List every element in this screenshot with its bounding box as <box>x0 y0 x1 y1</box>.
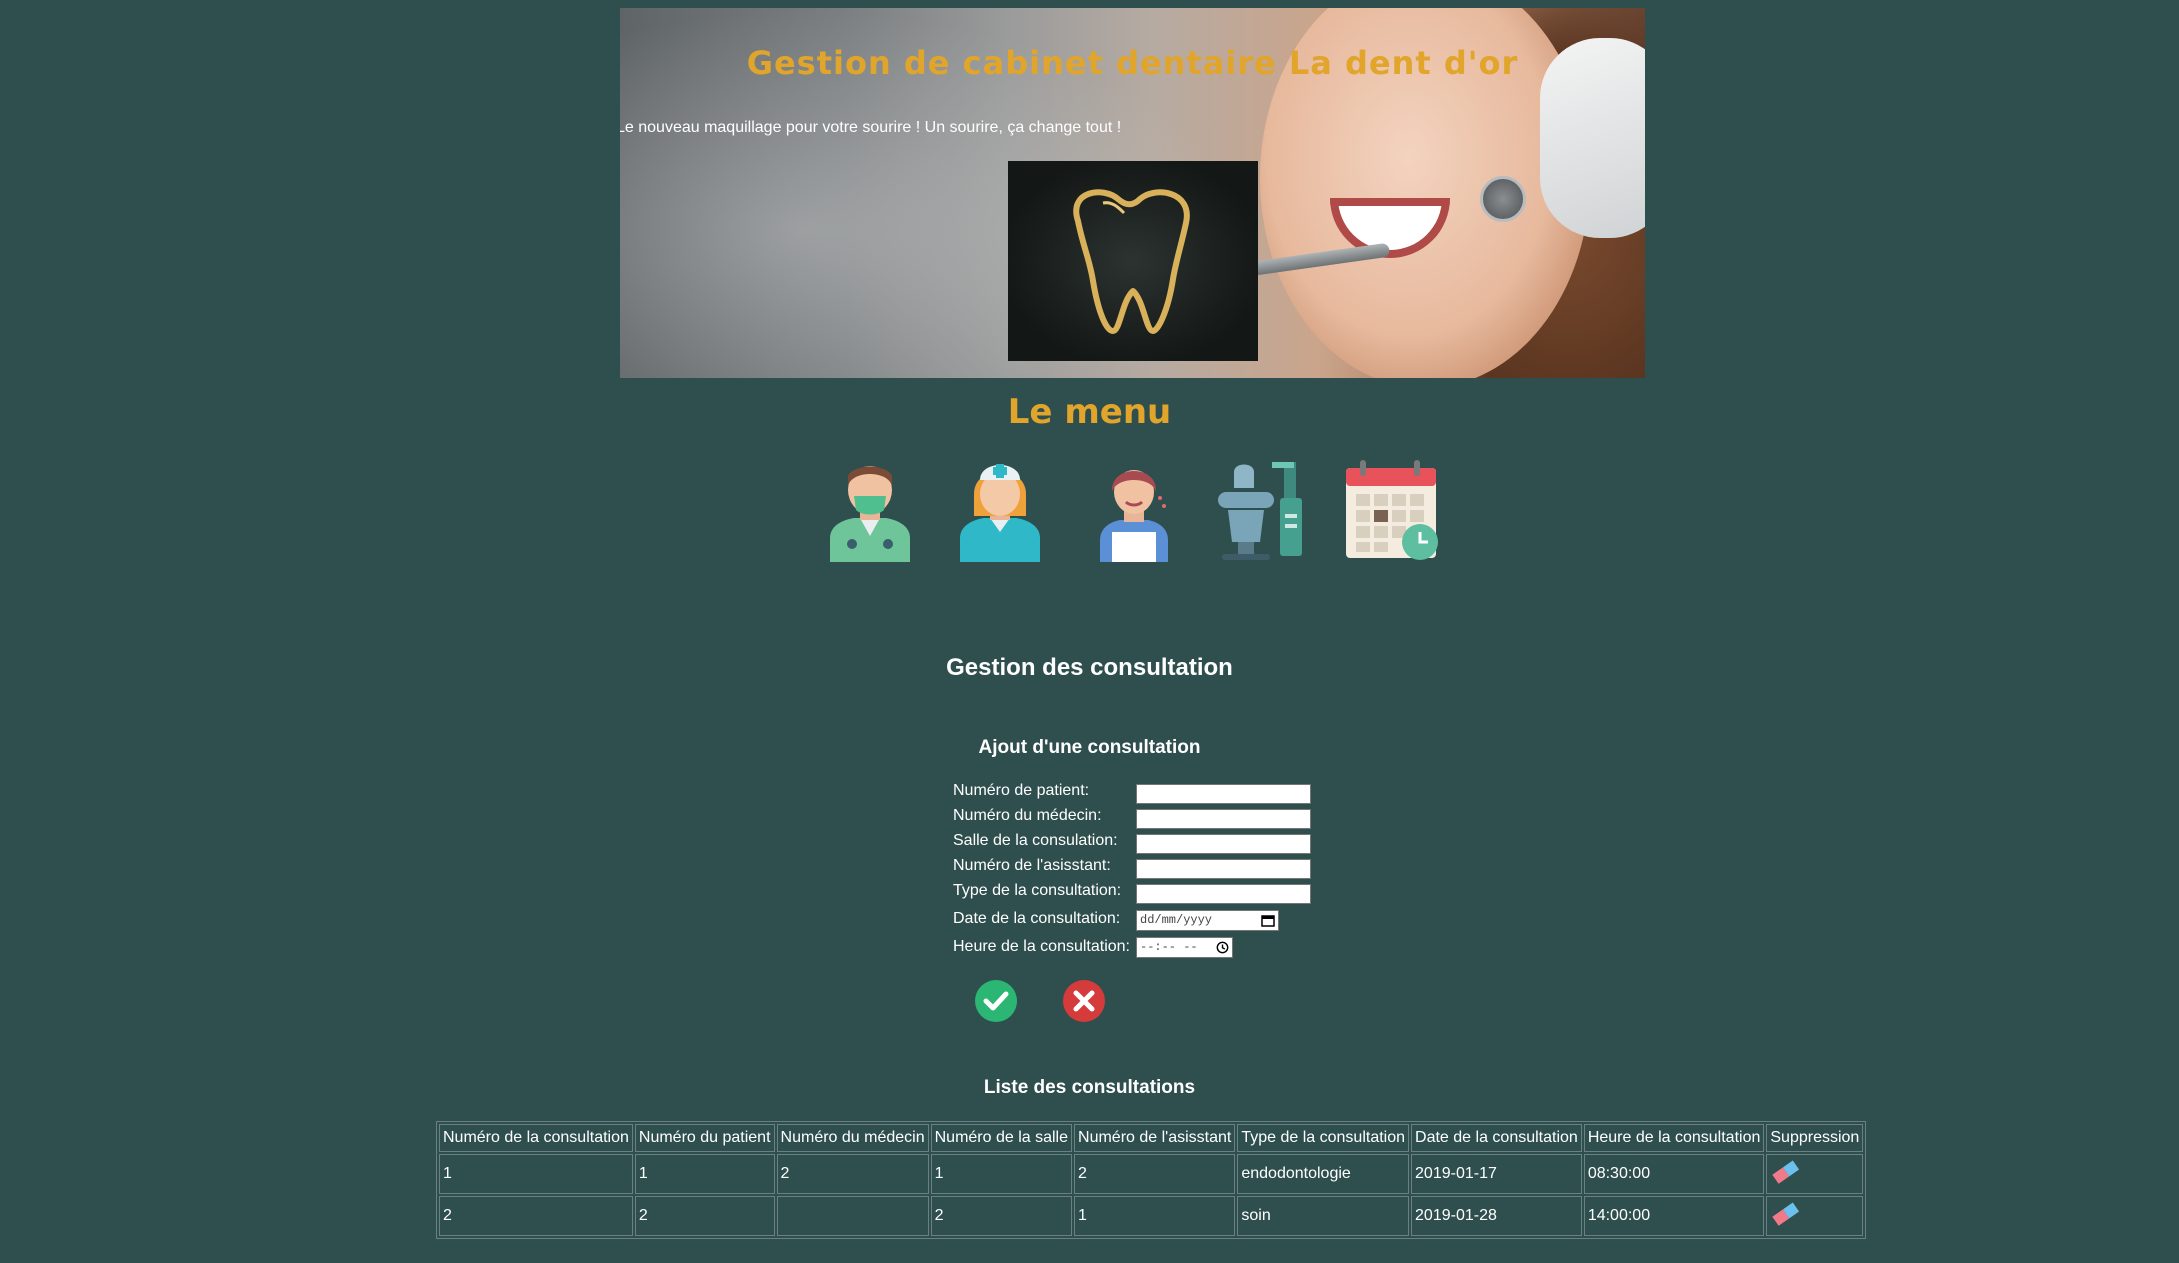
table-row: 2 2 2 1 soin 2019-01-28 14:00:00 <box>439 1196 1864 1236</box>
date-placeholder: dd/mm/yyyy <box>1140 913 1213 927</box>
calendar-picker-icon[interactable] <box>1261 914 1275 927</box>
eraser-icon[interactable] <box>1770 1159 1800 1185</box>
dental-chair-icon <box>1218 462 1302 560</box>
patient-number-input[interactable] <box>1136 784 1311 804</box>
table-cell: 2 <box>1074 1154 1236 1194</box>
menu-room-link[interactable] <box>1214 458 1310 562</box>
clock-icon[interactable] <box>1216 941 1229 954</box>
submit-button[interactable] <box>975 980 1017 1022</box>
room-input[interactable] <box>1136 834 1311 854</box>
form-title: Ajout d'une consultation <box>978 737 1201 758</box>
nurse-icon <box>960 464 1040 562</box>
site-slogan: Le nouveau maquillage pour votre sourire… <box>620 119 1122 136</box>
menu-nurse-link[interactable] <box>952 458 1048 562</box>
consultation-type-label: Type de la consultation: <box>953 882 1122 899</box>
table-cell <box>776 1196 929 1236</box>
column-header: Heure de la consultation <box>1583 1124 1765 1152</box>
menu-patient-link[interactable] <box>1086 458 1182 562</box>
patient-number-label: Numéro de patient: <box>953 782 1090 799</box>
site-title: Gestion de cabinet dentaire La dent d'or <box>746 44 1519 82</box>
page-title: Gestion des consultation <box>946 654 1233 681</box>
consultation-date-input[interactable]: dd/mm/yyyy <box>1136 910 1279 931</box>
table-cell: 1 <box>634 1154 775 1194</box>
doctor-number-input[interactable] <box>1136 809 1311 829</box>
consultation-time-label: Heure de la consultation: <box>953 938 1130 955</box>
cancel-button[interactable] <box>1063 980 1105 1022</box>
patient-icon <box>1100 470 1168 562</box>
assistant-number-label: Numéro de l'asisstant: <box>953 857 1111 874</box>
table-cell: 08:30:00 <box>1583 1154 1765 1194</box>
column-header: Numéro de la salle <box>930 1124 1073 1152</box>
doctor-icon <box>830 466 910 562</box>
consultation-date-label: Date de la consultation: <box>953 910 1121 927</box>
consultations-table: Numéro de la consultation Numéro du pati… <box>436 1121 1867 1239</box>
column-header: Numéro du patient <box>634 1124 775 1152</box>
table-cell: 1 <box>930 1154 1073 1194</box>
delete-cell <box>1766 1154 1864 1194</box>
table-cell: 2 <box>930 1196 1073 1236</box>
column-header: Date de la consultation <box>1411 1124 1582 1152</box>
assistant-number-input[interactable] <box>1136 859 1311 879</box>
column-header: Suppression <box>1766 1124 1864 1152</box>
eraser-icon[interactable] <box>1770 1201 1800 1227</box>
table-cell: 2 <box>439 1196 633 1236</box>
column-header: Numéro du médecin <box>776 1124 929 1152</box>
room-label: Salle de la consulation: <box>953 832 1118 849</box>
time-placeholder: --:-- -- <box>1140 940 1198 954</box>
table-cell: 2 <box>634 1196 775 1236</box>
tooth-logo-icon <box>1073 189 1190 334</box>
column-header: Numéro de la consultation <box>439 1124 633 1152</box>
banner-photo-mirror <box>1480 176 1526 222</box>
consultation-type-input[interactable] <box>1136 884 1311 904</box>
menu-doctor-link[interactable] <box>822 458 918 562</box>
list-title: Liste des consultations <box>983 1077 1196 1098</box>
table-cell: 2019-01-17 <box>1411 1154 1582 1194</box>
column-header: Numéro de l'asisstant <box>1074 1124 1236 1152</box>
column-header: Type de la consultation <box>1237 1124 1410 1152</box>
menu-title: Le menu <box>1007 392 1172 432</box>
table-cell: 2019-01-28 <box>1411 1196 1582 1236</box>
menu-calendar-link[interactable] <box>1344 458 1440 562</box>
table-cell: 1 <box>439 1154 633 1194</box>
consultation-time-input[interactable]: --:-- -- <box>1136 937 1233 958</box>
table-cell: 1 <box>1074 1196 1236 1236</box>
doctor-number-label: Numéro du médecin: <box>953 807 1102 824</box>
delete-cell <box>1766 1196 1864 1236</box>
check-icon <box>983 991 1009 1011</box>
table-cell: endodontologie <box>1237 1154 1410 1194</box>
table-header-row: Numéro de la consultation Numéro du pati… <box>439 1124 1864 1152</box>
tooth-logo <box>1008 161 1258 361</box>
table-cell: 14:00:00 <box>1583 1196 1765 1236</box>
calendar-icon <box>1346 460 1438 560</box>
cross-icon <box>1073 990 1095 1012</box>
table-row: 1 1 2 1 2 endodontologie 2019-01-17 08:3… <box>439 1154 1864 1194</box>
table-cell: 2 <box>776 1154 929 1194</box>
header-banner: Gestion de cabinet dentaire La dent d'or… <box>620 8 1645 378</box>
table-cell: soin <box>1237 1196 1410 1236</box>
